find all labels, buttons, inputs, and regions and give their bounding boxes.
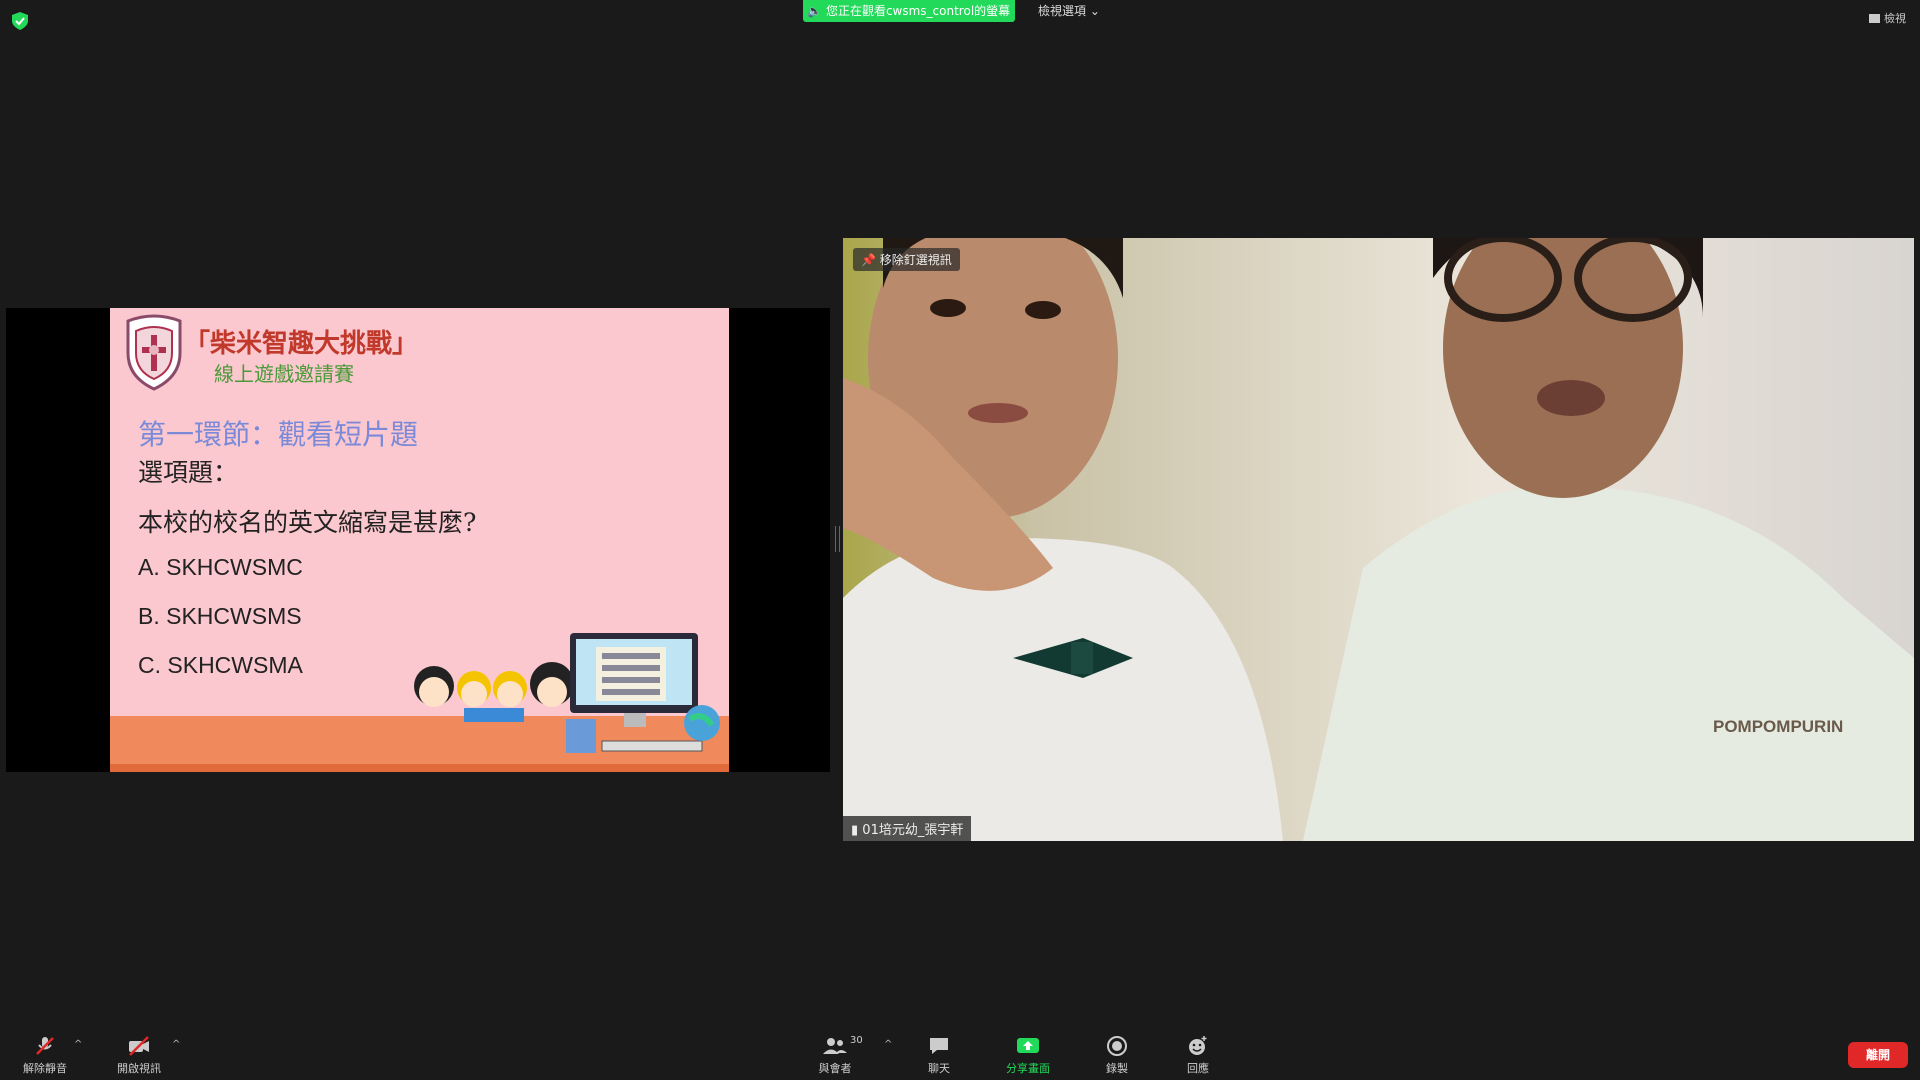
view-button-label: 檢視: [1884, 12, 1906, 25]
participants-options-chevron-icon[interactable]: ^: [884, 1039, 892, 1050]
record-icon: [1107, 1036, 1127, 1056]
reactions-icon: [1189, 1036, 1207, 1055]
view-options-label: 檢視選項: [1038, 4, 1087, 18]
speaker-icon: 🔈: [807, 4, 822, 18]
record-button[interactable]: 錄製: [1082, 1035, 1152, 1076]
participant-video-tile[interactable]: POMPOMPURIN 📌 移除釘選視訊 ▮ 01培元幼_張宇軒: [843, 238, 1914, 841]
security-shield-icon[interactable]: [12, 12, 28, 30]
participants-count: 30: [850, 1035, 863, 1046]
reactions-button[interactable]: 回應: [1163, 1035, 1233, 1076]
chat-button[interactable]: 聊天: [904, 1035, 974, 1076]
chevron-down-icon: ⌄: [1089, 4, 1100, 18]
option-c: C. SKHCWSMA: [138, 652, 303, 678]
participant-name: 01培元幼_張宇軒: [862, 823, 964, 838]
presentation-slide: 「柴米智趣大挑戰」 線上遊戲邀請賽 第一環節：觀看短片題 選項題： 本校的校名的…: [110, 308, 729, 772]
option-a: A. SKHCWSMC: [138, 554, 303, 580]
slide-subtitle: 線上遊戲邀請賽: [214, 362, 354, 386]
unmute-label: 解除靜音: [23, 1062, 67, 1075]
slide-floor-edge: [110, 764, 729, 772]
audio-options-chevron-icon[interactable]: ^: [74, 1039, 82, 1050]
pin-icon: 📌: [861, 253, 876, 267]
microphone-muted-icon: [36, 1037, 54, 1055]
video-camera-off-icon: [129, 1036, 149, 1056]
share-screen-label: 分享畫面: [1006, 1062, 1050, 1075]
unmute-button[interactable]: 解除靜音: [10, 1035, 80, 1076]
share-screen-icon: [1017, 1038, 1039, 1053]
school-crest-icon: [126, 314, 182, 391]
participant-video-feed: POMPOMPURIN: [843, 238, 1914, 841]
slide-title: 「柴米智趣大挑戰」: [184, 329, 419, 359]
grid-view-icon: [1869, 13, 1880, 23]
chat-icon: [930, 1038, 948, 1054]
leave-meeting-button[interactable]: 離開: [1848, 1042, 1908, 1068]
banner-text: 您正在觀看cwsms_control的螢幕: [825, 4, 1011, 18]
screen-share-banner: 🔈 您正在觀看cwsms_control的螢幕: [803, 0, 1015, 22]
unpin-video-button[interactable]: 📌 移除釘選視訊: [853, 248, 960, 271]
slide-section-heading: 第一環節：觀看短片題: [138, 418, 419, 451]
participant-name-label: ▮ 01培元幼_張宇軒: [843, 816, 972, 841]
question-type: 選項題：: [138, 458, 239, 487]
split-view-divider[interactable]: [835, 526, 840, 552]
view-options-button[interactable]: 檢視選項 ⌄: [1032, 0, 1106, 22]
shirt-text: POMPOMPURIN: [1713, 717, 1843, 736]
computer-illustration: [566, 633, 720, 753]
start-video-label: 開啟視訊: [117, 1062, 161, 1075]
shared-screen: 「柴米智趣大挑戰」 線上遊戲邀請賽 第一環節：觀看短片題 選項題： 本校的校名的…: [6, 308, 830, 772]
reactions-label: 回應: [1187, 1062, 1209, 1075]
view-button[interactable]: 檢視: [1869, 10, 1906, 26]
signal-strength-icon: ▮: [851, 823, 859, 838]
children-illustration: [414, 662, 574, 722]
chat-label: 聊天: [928, 1062, 950, 1075]
meeting-toolbar: 解除靜音 ^ 開啟視訊 ^ 與會者 30 ^ 聊天 分享畫面 錄製 回應 離開: [0, 1020, 1920, 1080]
video-options-chevron-icon[interactable]: ^: [172, 1039, 180, 1050]
question-text: 本校的校名的英文縮寫是甚麼?: [138, 508, 477, 537]
start-video-button[interactable]: 開啟視訊: [104, 1035, 174, 1076]
unpin-label: 移除釘選視訊: [879, 253, 952, 267]
option-b: B. SKHCWSMS: [138, 603, 302, 629]
share-screen-button[interactable]: 分享畫面: [993, 1035, 1063, 1076]
record-label: 錄製: [1106, 1062, 1128, 1075]
participants-label: 與會者: [818, 1062, 852, 1075]
participants-icon: [823, 1038, 847, 1054]
